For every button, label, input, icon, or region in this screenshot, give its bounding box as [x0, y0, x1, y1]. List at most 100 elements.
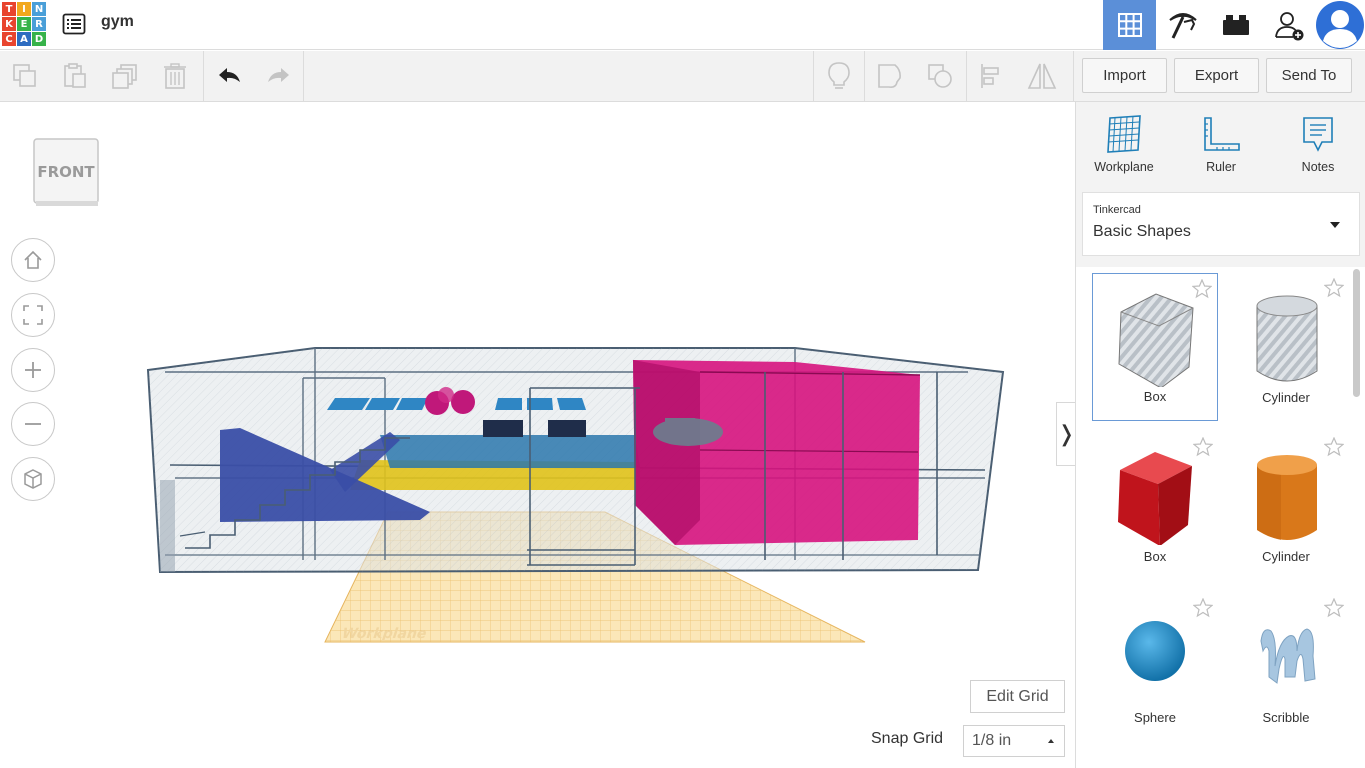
- align-button[interactable]: [967, 51, 1017, 101]
- send-to-button[interactable]: Send To: [1266, 58, 1352, 93]
- design-list-icon[interactable]: [62, 12, 86, 36]
- invite-user-button[interactable]: [1262, 0, 1315, 50]
- paste-icon: [64, 63, 86, 88]
- workplane-tool-label: Workplane: [1094, 160, 1154, 174]
- logo-letter: E: [17, 17, 31, 31]
- workplane-icon: [1107, 115, 1141, 153]
- minus-icon: [25, 423, 41, 425]
- blocks-view-button[interactable]: [1156, 0, 1209, 50]
- notes-toggle-button[interactable]: [814, 51, 864, 101]
- shape-label: Sphere: [1134, 710, 1176, 725]
- logo-letter: R: [32, 17, 46, 31]
- favorite-star-icon[interactable]: [1191, 278, 1213, 304]
- cylinder-icon: [1257, 455, 1317, 540]
- fit-view-button[interactable]: [11, 293, 55, 337]
- favorite-star-icon[interactable]: [1323, 436, 1345, 462]
- pickaxe-icon: [1168, 13, 1197, 39]
- copy-icon: [13, 64, 36, 87]
- add-user-icon: [1274, 12, 1303, 41]
- shape-library-select[interactable]: Tinkercad Basic Shapes: [1082, 192, 1360, 256]
- ungroup-icon: [928, 64, 952, 88]
- panel-collapse-button[interactable]: ❭: [1056, 402, 1076, 466]
- shape-label: Cylinder: [1262, 390, 1310, 405]
- edit-grid-button[interactable]: Edit Grid: [970, 680, 1065, 713]
- shapes-panel: Workplane Ruler Notes Tinkercad Basic Sh…: [1075, 102, 1365, 768]
- lightbulb-icon: [828, 62, 850, 89]
- view-cube[interactable]: FRONT: [33, 138, 99, 208]
- cylinder-hole-icon: [1256, 295, 1318, 382]
- logo-letter: N: [32, 2, 46, 16]
- mirror-icon: [1027, 63, 1057, 89]
- shape-list-scrollbar[interactable]: [1353, 269, 1360, 397]
- undo-icon: [219, 68, 240, 82]
- 3d-viewport[interactable]: Workplane FRONT ❭ Edit Grid Snap Grid 1/…: [0, 102, 1076, 768]
- logo-letter: K: [2, 17, 16, 31]
- zoom-out-button[interactable]: [11, 402, 55, 446]
- view-cube-face-label: FRONT: [37, 163, 95, 181]
- favorite-star-icon[interactable]: [1323, 597, 1345, 623]
- 3d-design-view-button[interactable]: [1103, 0, 1156, 50]
- snap-grid-select[interactable]: 1/8 in: [963, 725, 1065, 757]
- favorite-star-icon[interactable]: [1192, 436, 1214, 462]
- tinkercad-logo[interactable]: T I N K E R C A D: [2, 2, 47, 47]
- shape-grid: Box Cylinder Box Cylinder Sphere Scribbl…: [1076, 267, 1365, 768]
- group-icon: [878, 64, 901, 88]
- scene-canvas[interactable]: Workplane: [0, 102, 1075, 768]
- library-name: Basic Shapes: [1093, 223, 1191, 240]
- redo-button[interactable]: [254, 51, 304, 101]
- workplane-label: Workplane: [339, 626, 429, 642]
- shape-label: Box: [1143, 549, 1167, 564]
- project-name[interactable]: gym: [101, 13, 134, 31]
- gym-model[interactable]: [146, 347, 1005, 574]
- caret-up-icon: [1048, 739, 1054, 743]
- perspective-toggle-button[interactable]: [11, 457, 55, 501]
- library-provider: Tinkercad: [1093, 204, 1141, 216]
- snap-grid-value: 1/8 in: [972, 732, 1012, 749]
- shape-cylinder[interactable]: Cylinder: [1223, 432, 1349, 580]
- favorite-star-icon[interactable]: [1323, 277, 1345, 303]
- shape-sphere[interactable]: Sphere: [1092, 593, 1218, 741]
- sphere-icon: [1125, 621, 1185, 681]
- fit-icon: [23, 305, 43, 325]
- logo-letter: T: [2, 2, 16, 16]
- notes-tool-label: Notes: [1301, 160, 1335, 174]
- ruler-tool-label: Ruler: [1206, 160, 1236, 174]
- shape-box[interactable]: Box: [1092, 432, 1218, 580]
- avatar-icon: [1316, 1, 1364, 49]
- brick-icon: [1222, 15, 1249, 35]
- notes-tool[interactable]: Notes: [1278, 114, 1358, 178]
- redo-icon: [268, 68, 289, 82]
- scribble-icon: [1260, 628, 1316, 684]
- mirror-button[interactable]: [1017, 51, 1067, 101]
- export-button[interactable]: Export: [1174, 58, 1259, 93]
- import-button[interactable]: Import: [1082, 58, 1167, 93]
- ruler-tool[interactable]: Ruler: [1181, 114, 1261, 178]
- undo-button[interactable]: [204, 51, 254, 101]
- favorite-star-icon[interactable]: [1192, 597, 1214, 623]
- group-button[interactable]: [865, 51, 915, 101]
- bricks-view-button[interactable]: [1209, 0, 1262, 50]
- grid-icon: [1117, 13, 1142, 37]
- box-hole-icon: [1118, 293, 1194, 387]
- logo-letter: C: [2, 32, 16, 46]
- shape-cylinder-hole[interactable]: Cylinder: [1223, 273, 1349, 421]
- box-icon: [1118, 452, 1192, 545]
- caret-down-icon: [1330, 222, 1340, 228]
- snap-grid-label: Snap Grid: [871, 730, 944, 747]
- notes-icon: [1303, 117, 1333, 152]
- home-view-button[interactable]: [11, 238, 55, 282]
- shape-scribble[interactable]: Scribble: [1223, 593, 1349, 741]
- workplane-tool[interactable]: Workplane: [1084, 114, 1164, 178]
- delete-button[interactable]: [150, 51, 200, 101]
- shape-label: Box: [1143, 389, 1167, 404]
- zoom-in-button[interactable]: [11, 348, 55, 392]
- user-avatar[interactable]: [1315, 0, 1365, 50]
- paste-button[interactable]: [50, 51, 100, 101]
- edit-toolbar: Import Export Send To: [0, 51, 1365, 102]
- cube-icon: [24, 469, 42, 489]
- ungroup-button[interactable]: [915, 51, 965, 101]
- duplicate-button[interactable]: [100, 51, 150, 101]
- shape-label: Cylinder: [1262, 549, 1310, 564]
- shape-box-hole[interactable]: Box: [1092, 273, 1218, 421]
- copy-button[interactable]: [0, 51, 50, 101]
